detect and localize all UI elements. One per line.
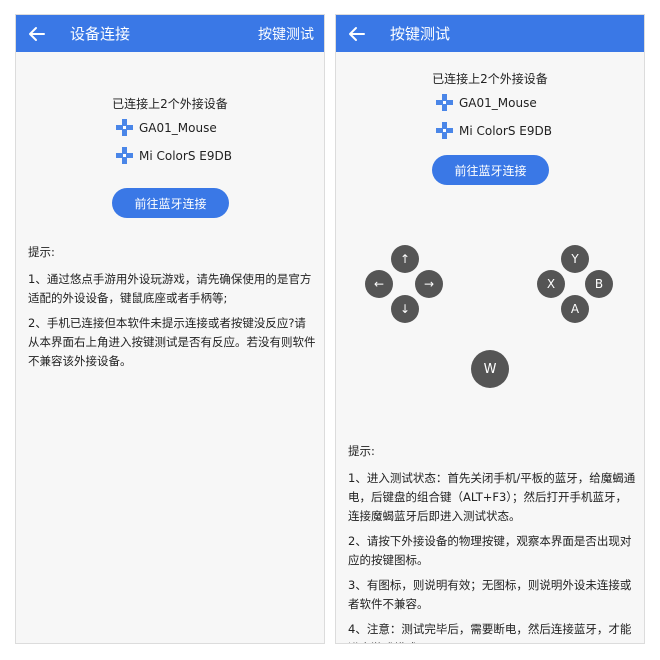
- app-bar: 设备连接 按键测试: [16, 15, 324, 52]
- tips-section: 提示: 1、进入测试状态：首先关闭手机/平板的蓝牙，给魔蝎通电，后键盘的组合键（…: [348, 442, 636, 643]
- dpad-down-key: ↓: [391, 295, 419, 323]
- tip-item: 2、请按下外接设备的物理按键，观察本界面是否出现对应的按键图标。: [348, 534, 632, 567]
- dpad-up-key: ↑: [391, 245, 419, 273]
- tips-title: 提示:: [348, 444, 375, 458]
- w-key: W: [471, 350, 509, 388]
- gamepad-icon: [436, 122, 453, 139]
- page-title: 按键测试: [390, 25, 451, 43]
- tip-item: 4、注意：测试完毕后，需要断电，然后连接蓝牙，才能进去游戏模式。: [348, 622, 632, 643]
- back-arrow-icon[interactable]: [26, 23, 48, 45]
- tip-item: 2、手机已连接但本软件未提示连接或者按键没反应?请从本界面右上角进入按键测试是否…: [28, 316, 316, 368]
- device-name: Mi ColorS E9DB: [139, 148, 232, 163]
- device-name: GA01_Mouse: [139, 120, 217, 135]
- app-bar: 按键测试: [336, 15, 644, 52]
- gamepad-icon: [116, 147, 133, 164]
- page-title: 设备连接: [70, 25, 131, 43]
- connected-summary: 已连接上2个外接设备: [112, 97, 228, 111]
- back-arrow-icon[interactable]: [346, 23, 368, 45]
- tip-item: 3、有图标，则说明有效；无图标，则说明外设未连接或者软件不兼容。: [348, 578, 632, 611]
- gamepad-icon: [436, 94, 453, 111]
- y-key: Y: [561, 245, 589, 273]
- bluetooth-connect-button[interactable]: 前往蓝牙连接: [112, 188, 229, 218]
- device-name: GA01_Mouse: [459, 95, 537, 110]
- dpad-left-key: ←: [365, 270, 393, 298]
- key-test-screen: 按键测试 已连接上2个外接设备 GA01_Mouse Mi ColorS E9D…: [335, 14, 645, 644]
- gamepad-icon: [116, 119, 133, 136]
- device-item: GA01_Mouse: [116, 119, 217, 136]
- connected-summary: 已连接上2个外接设备: [432, 72, 548, 86]
- a-key: A: [561, 295, 589, 323]
- device-item: GA01_Mouse: [436, 94, 537, 111]
- tips-section: 提示: 1、通过悠点手游用外设玩游戏，请先确保使用的是官方适配的外设设备，键鼠底…: [28, 243, 316, 377]
- b-key: B: [585, 270, 613, 298]
- tips-title: 提示:: [28, 245, 55, 259]
- device-item: Mi ColorS E9DB: [436, 122, 552, 139]
- device-name: Mi ColorS E9DB: [459, 123, 552, 138]
- tip-item: 1、通过悠点手游用外设玩游戏，请先确保使用的是官方适配的外设设备，键鼠底座或者手…: [28, 272, 312, 305]
- x-key: X: [537, 270, 565, 298]
- device-connect-screen: 设备连接 按键测试 已连接上2个外接设备 GA01_Mouse Mi Color…: [15, 14, 325, 644]
- device-item: Mi ColorS E9DB: [116, 147, 232, 164]
- dpad-right-key: →: [415, 270, 443, 298]
- tip-item: 1、进入测试状态：首先关闭手机/平板的蓝牙，给魔蝎通电，后键盘的组合键（ALT+…: [348, 471, 636, 523]
- bluetooth-connect-button[interactable]: 前往蓝牙连接: [432, 155, 549, 185]
- key-test-link[interactable]: 按键测试: [258, 24, 314, 44]
